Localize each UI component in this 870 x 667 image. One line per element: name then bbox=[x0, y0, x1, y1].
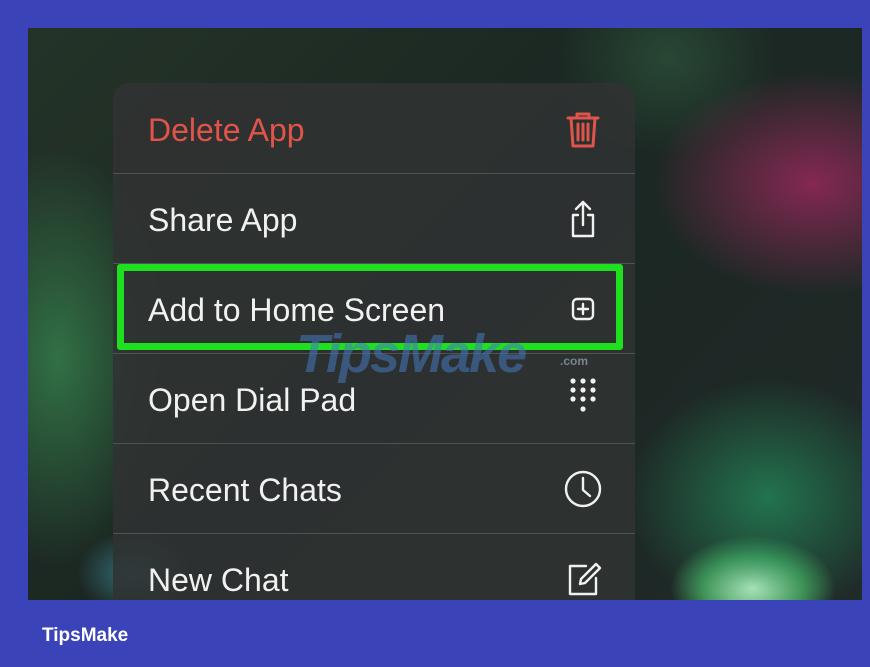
compose-icon bbox=[568, 562, 602, 596]
menu-item-share-app[interactable]: Share App bbox=[113, 173, 635, 263]
menu-item-add-to-home-screen[interactable]: Add to Home Screen bbox=[113, 263, 635, 353]
menu-item-open-dial-pad[interactable]: Open Dial Pad bbox=[113, 353, 635, 443]
screenshot-frame: Delete App Share App Add to Home Screen … bbox=[28, 28, 862, 600]
context-menu: Delete App Share App Add to Home Screen … bbox=[113, 83, 635, 600]
menu-item-recent-chats[interactable]: Recent Chats bbox=[113, 443, 635, 533]
menu-item-label: Delete App bbox=[148, 112, 305, 148]
trash-icon bbox=[566, 112, 600, 148]
share-icon bbox=[571, 200, 595, 238]
dial-pad-icon bbox=[570, 378, 596, 412]
menu-item-label: Share App bbox=[148, 202, 298, 238]
menu-item-label: New Chat bbox=[148, 562, 289, 598]
menu-item-label: Add to Home Screen bbox=[148, 292, 446, 328]
menu-item-new-chat[interactable]: New Chat bbox=[113, 533, 635, 600]
menu-item-label: Open Dial Pad bbox=[148, 382, 357, 418]
clock-icon bbox=[564, 470, 602, 508]
add-square-icon bbox=[571, 297, 595, 321]
menu-item-label: Recent Chats bbox=[148, 472, 342, 508]
menu-item-delete-app[interactable]: Delete App bbox=[113, 83, 635, 173]
footer-brand: TipsMake bbox=[42, 625, 129, 646]
